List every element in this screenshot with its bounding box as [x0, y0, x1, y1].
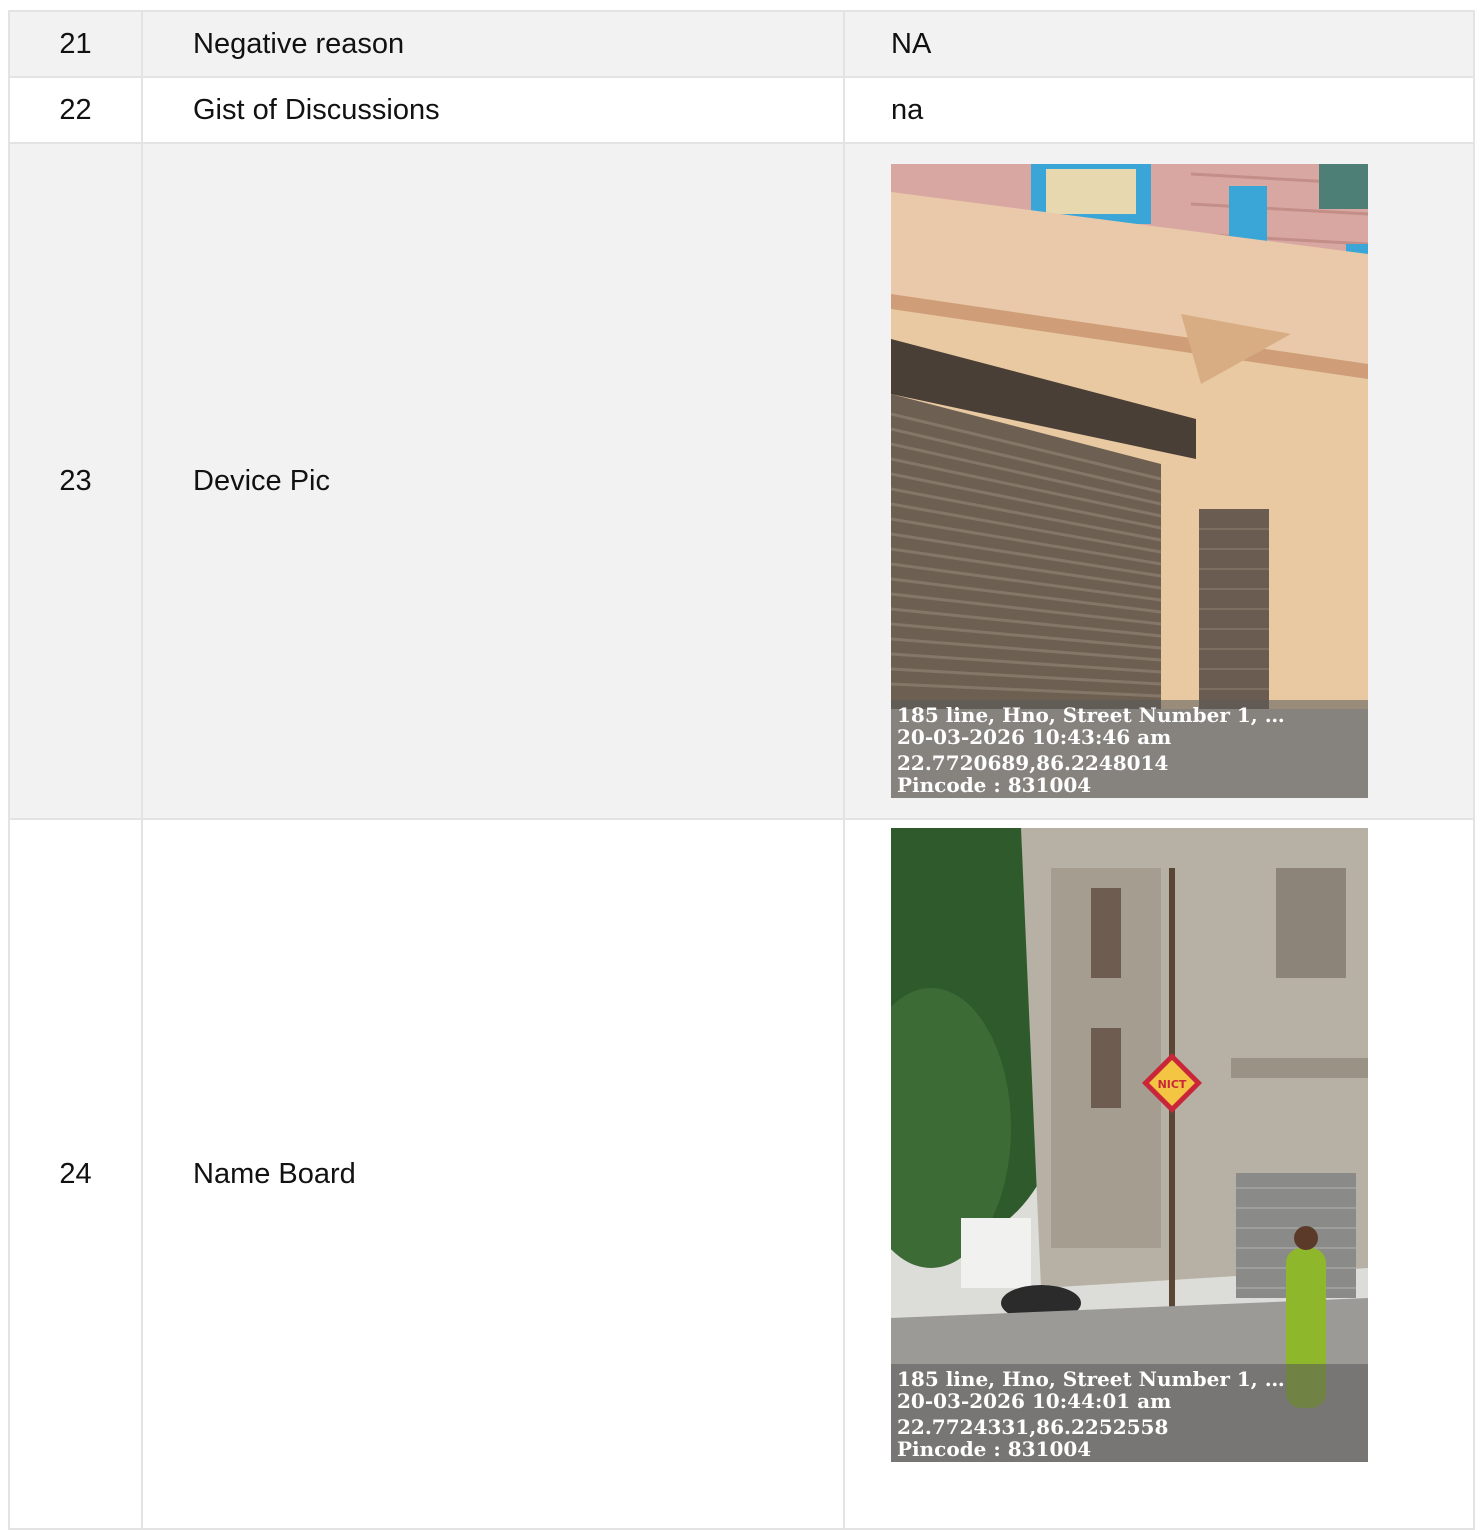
table-row: 23 Device Pic 185 line, Hno, Street Numb… [8, 142, 1475, 820]
stamp-datetime: 20-03-2026 10:44:01 am [897, 1390, 1172, 1412]
field-label: Device Pic [141, 142, 845, 820]
field-label: Gist of Discussions [141, 76, 845, 144]
device-pic-photo[interactable]: 185 line, Hno, Street Number 1, … 20-03-… [891, 164, 1368, 798]
field-value: na [843, 76, 1475, 144]
row-number: 23 [8, 142, 143, 820]
name-board-photo[interactable]: NICT 185 line, Hno, Street Number 1, … 2… [891, 828, 1368, 1462]
table-row: 22 Gist of Discussions na [8, 76, 1475, 144]
sign-text: NICT [1158, 1078, 1187, 1091]
table-row: 24 Name Board NICT 185 line, Hno, Street… [8, 818, 1475, 1530]
stamp-coords: 22.7720689,86.2248014 [897, 752, 1169, 774]
field-value: NICT 185 line, Hno, Street Number 1, … 2… [843, 818, 1475, 1530]
stamp-coords: 22.7724331,86.2252558 [897, 1416, 1169, 1438]
row-number: 21 [8, 10, 143, 78]
photo-stamp: 185 line, Hno, Street Number 1, … 20-03-… [891, 700, 1368, 798]
row-number: 24 [8, 818, 143, 1530]
table-row: 21 Negative reason NA [8, 10, 1475, 78]
details-table: 21 Negative reason NA 22 Gist of Discuss… [8, 10, 1475, 1530]
field-label: Negative reason [141, 10, 845, 78]
stamp-address: 185 line, Hno, Street Number 1, … [897, 704, 1285, 726]
stamp-pincode: Pincode : 831004 [897, 774, 1092, 796]
stamp-address: 185 line, Hno, Street Number 1, … [897, 1368, 1285, 1390]
stamp-datetime: 20-03-2026 10:43:46 am [897, 726, 1172, 748]
stamp-pincode: Pincode : 831004 [897, 1438, 1092, 1460]
field-label: Name Board [141, 818, 845, 1530]
field-value: 185 line, Hno, Street Number 1, … 20-03-… [843, 142, 1475, 820]
row-number: 22 [8, 76, 143, 144]
photo-stamp: 185 line, Hno, Street Number 1, … 20-03-… [891, 1364, 1368, 1462]
field-value: NA [843, 10, 1475, 78]
